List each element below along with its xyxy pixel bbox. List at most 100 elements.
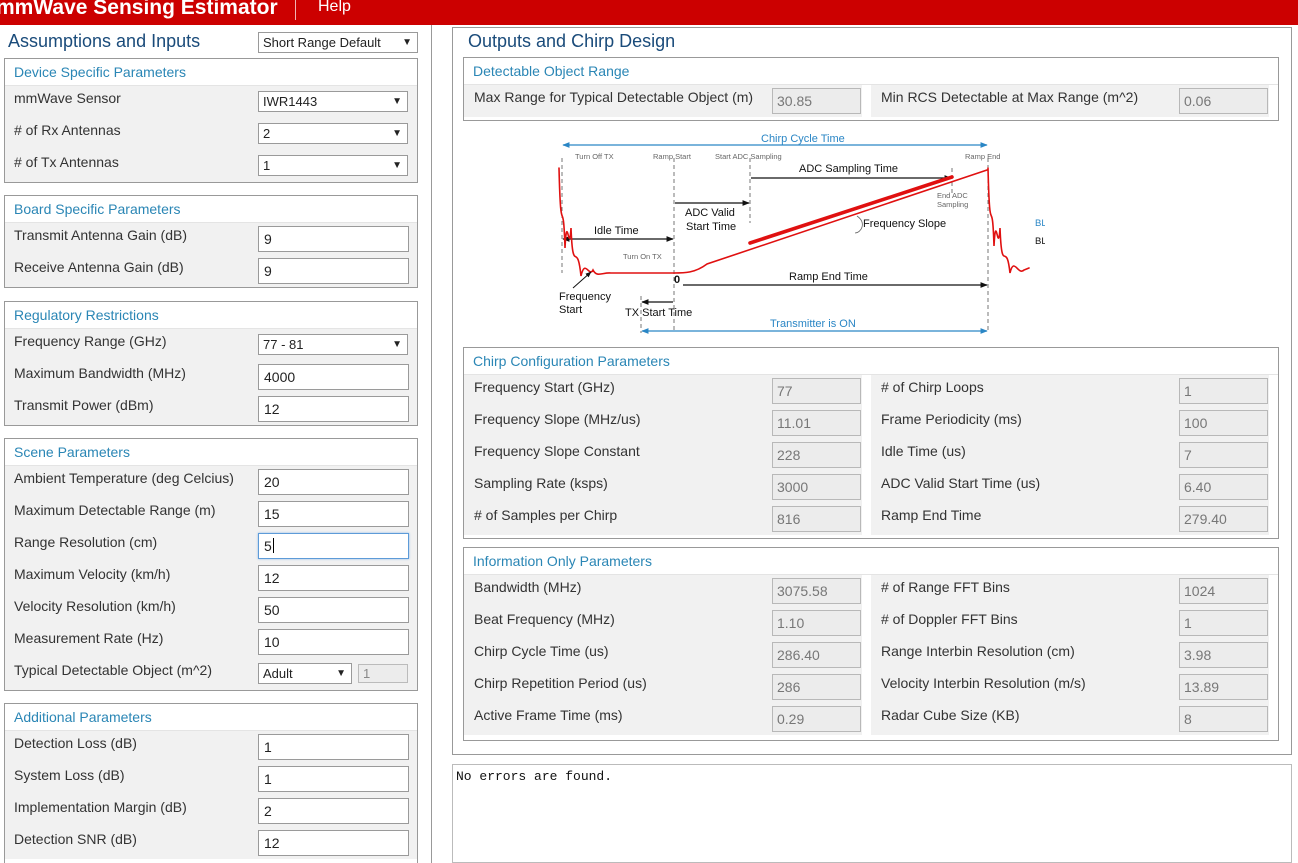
- param-row: Maximum Velocity (km/h) 12: [5, 562, 417, 594]
- turn-on-tx-label: Turn On TX: [623, 252, 662, 261]
- max-range-output: 30.85: [772, 88, 861, 114]
- output-cell: # of Samples per Chirp 816: [464, 503, 862, 535]
- output-row: Beat Frequency (MHz) 1.10 # of Doppler FFT…: [464, 607, 1278, 639]
- detectable-range-group: Detectable Object Range Max Range for Ty…: [463, 57, 1279, 121]
- error-output[interactable]: No errors are found.: [452, 764, 1292, 863]
- output-label: Ramp End Time: [881, 507, 982, 523]
- output-cell: Frame Periodicity (ms) 100: [871, 407, 1269, 439]
- velocity-resolution-input[interactable]: 50: [258, 597, 409, 623]
- param-label: Transmit Power (dBm): [14, 397, 154, 413]
- rx-antenna-gain-input[interactable]: 9: [258, 258, 409, 284]
- output-label: Beat Frequency (MHz): [474, 611, 615, 627]
- chevron-down-icon: ▼: [392, 128, 402, 139]
- output-value: 7: [1179, 442, 1268, 468]
- param-label: Maximum Velocity (km/h): [14, 566, 171, 582]
- output-value: 8: [1179, 706, 1268, 732]
- param-row: Transmit Antenna Gain (dB) 9: [5, 223, 417, 255]
- detection-loss-input[interactable]: 1: [258, 734, 409, 760]
- preset-select[interactable]: Short Range Default ▼: [258, 32, 418, 53]
- output-label: Range Interbin Resolution (cm): [881, 643, 1075, 659]
- output-cell: # of Range FFT Bins 1024: [871, 575, 1269, 607]
- ambient-temperature-input[interactable]: 20: [258, 469, 409, 495]
- end-adc-label-1: End ADC: [937, 191, 968, 200]
- mmwave-sensor-select[interactable]: IWR1443 ▼: [258, 91, 408, 112]
- output-label: Radar Cube Size (KB): [881, 707, 1020, 723]
- param-label: Frequency Range (GHz): [14, 333, 167, 349]
- tx-start-label: TX Start Time: [625, 307, 692, 319]
- output-label: Chirp Repetition Period (us): [474, 675, 647, 691]
- rx-antennas-select[interactable]: 2 ▼: [258, 123, 408, 144]
- measurement-rate-input[interactable]: 10: [258, 629, 409, 655]
- param-label: Typical Detectable Object (m^2): [14, 662, 212, 678]
- output-value: 228: [772, 442, 861, 468]
- detection-snr-input[interactable]: 12: [258, 830, 409, 856]
- tx-antennas-select[interactable]: 1 ▼: [258, 155, 408, 176]
- param-label: Velocity Resolution (km/h): [14, 598, 176, 614]
- output-row: # of Samples per Chirp 816 Ramp End Time 27…: [464, 503, 1278, 535]
- max-range-input[interactable]: 15: [258, 501, 409, 527]
- param-label: # of Rx Antennas: [14, 122, 121, 138]
- param-row: Maximum Detectable Range (m) 15: [5, 498, 417, 530]
- error-message: No errors are found.: [456, 769, 613, 784]
- inputs-heading: Assumptions and Inputs: [8, 31, 201, 51]
- group-title: Information Only Parameters: [464, 548, 1278, 575]
- param-label: Implementation Margin (dB): [14, 799, 187, 815]
- output-cell: Max Range for Typical Detectable Object …: [464, 85, 862, 117]
- detectable-object-select[interactable]: Adult ▼: [258, 663, 352, 684]
- output-cell: ADC Valid Start Time (us) 6.40: [871, 471, 1269, 503]
- output-label: Frame Periodicity (ms): [881, 411, 1022, 427]
- device-params-group: Device Specific Parameters mmWave Sensor…: [4, 58, 418, 183]
- group-title: Chirp Configuration Parameters: [464, 348, 1278, 375]
- select-value: 77 - 81: [263, 337, 304, 352]
- param-row: Range Resolution (cm) 5: [5, 530, 417, 562]
- output-value: 3000: [772, 474, 861, 500]
- param-label: Range Resolution (cm): [14, 534, 158, 550]
- output-value: 816: [772, 506, 861, 532]
- param-row: mmWave Sensor IWR1443 ▼: [5, 86, 417, 118]
- group-title: Detectable Object Range: [464, 58, 1278, 85]
- preset-value: Short Range Default: [263, 35, 381, 50]
- output-value: 1: [1179, 610, 1268, 636]
- transmit-power-input[interactable]: 12: [258, 396, 409, 422]
- output-cell: Ramp End Time 279.40: [871, 503, 1269, 535]
- output-value: 286.40: [772, 642, 861, 668]
- additional-params-group: Additional Parameters Detection Loss (dB…: [4, 703, 418, 863]
- max-velocity-input[interactable]: 12: [258, 565, 409, 591]
- param-label: Maximum Detectable Range (m): [14, 502, 216, 518]
- max-bandwidth-input[interactable]: 4000: [258, 364, 409, 390]
- param-row: Ambient Temperature (deg Celcius) 20: [5, 466, 417, 498]
- select-value: 2: [263, 126, 271, 141]
- output-label: # of Doppler FFT Bins: [881, 611, 1018, 627]
- range-resolution-input[interactable]: 5: [258, 533, 409, 559]
- help-menu[interactable]: Help: [318, 0, 351, 16]
- system-loss-input[interactable]: 1: [258, 766, 409, 792]
- output-label: Frequency Start (GHz): [474, 379, 615, 395]
- info-only-rows: Bandwidth (MHz) 3075.58 # of Range FFT Bin…: [464, 575, 1278, 735]
- param-row: Implementation Margin (dB) 2: [5, 795, 417, 827]
- param-label: Transmit Antenna Gain (dB): [14, 227, 188, 243]
- tx-antenna-gain-input[interactable]: 9: [258, 226, 409, 252]
- menu-divider: [295, 0, 296, 20]
- ramp-end-label: Ramp End: [965, 152, 1000, 161]
- output-value: 279.40: [1179, 506, 1268, 532]
- output-value: 286: [772, 674, 861, 700]
- idle-time-label: Idle Time: [594, 225, 639, 237]
- param-label: System Loss (dB): [14, 767, 125, 783]
- board-params-group: Board Specific Parameters Transmit Anten…: [4, 195, 418, 288]
- output-cell: Frequency Slope Constant 228: [464, 439, 862, 471]
- output-cell: Frequency Start (GHz) 77: [464, 375, 862, 407]
- output-label: Min RCS Detectable at Max Range (m^2): [881, 89, 1139, 105]
- legend-black: BLACK = Front-end configuration.: [1035, 236, 1045, 247]
- text-caret: [272, 538, 274, 553]
- group-title: Scene Parameters: [5, 439, 417, 466]
- param-label: Detection Loss (dB): [14, 735, 137, 751]
- adc-valid-label-1: ADC Valid: [685, 207, 735, 219]
- top-bar: mmWave Sensing Estimator Help: [0, 0, 1298, 25]
- output-cell: Idle Time (us) 7: [871, 439, 1269, 471]
- implementation-margin-input[interactable]: 2: [258, 798, 409, 824]
- output-row: Active Frame Time (ms) 0.29 Radar Cube Siz…: [464, 703, 1278, 735]
- adc-valid-label-2: Start Time: [686, 221, 736, 233]
- output-value: 3.98: [1179, 642, 1268, 668]
- frequency-range-select[interactable]: 77 - 81 ▼: [258, 334, 408, 355]
- param-label: # of Tx Antennas: [14, 154, 119, 170]
